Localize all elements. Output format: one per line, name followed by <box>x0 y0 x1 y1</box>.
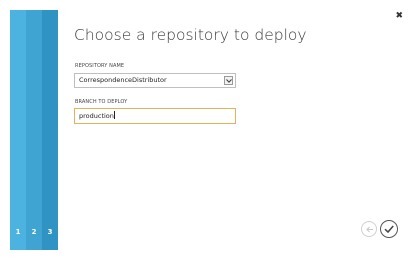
wizard-step-1-number: 1 <box>15 228 21 236</box>
wizard-step-3[interactable]: 3 <box>42 10 58 250</box>
wizard-step-2[interactable]: 2 <box>26 10 42 250</box>
wizard-step-1[interactable]: 1 <box>10 10 26 250</box>
wizard-step-2-number: 2 <box>31 228 37 236</box>
branch-to-deploy-label: BRANCH TO DEPLOY <box>75 99 128 105</box>
branch-to-deploy-input[interactable]: production <box>74 108 236 124</box>
repository-name-label: REPOSITORY NAME <box>75 63 125 69</box>
checkmark-icon <box>384 225 394 234</box>
repository-name-value: CorrespondenceDistributor <box>79 76 167 84</box>
complete-button[interactable] <box>380 220 398 238</box>
text-caret <box>114 111 116 119</box>
branch-to-deploy-value: production <box>79 111 116 120</box>
repository-name-select[interactable]: CorrespondenceDistributor <box>74 73 236 88</box>
chevron-down-icon[interactable] <box>224 76 233 85</box>
page-title: Choose a repository to deploy <box>74 26 307 44</box>
back-arrow-icon <box>366 226 373 233</box>
back-button[interactable] <box>361 221 377 237</box>
wizard-step-3-number: 3 <box>47 228 53 236</box>
deploy-wizard-dialog: 1 2 3 ✖ Choose a repository to deploy RE… <box>0 0 417 260</box>
close-icon[interactable]: ✖ <box>395 11 403 21</box>
